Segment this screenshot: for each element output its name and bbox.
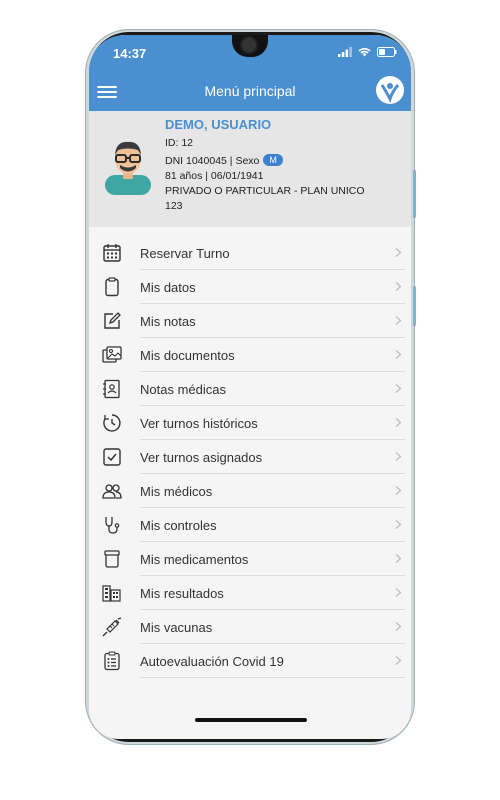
page-title: Menú principal <box>204 83 296 99</box>
edit-note-icon <box>104 312 121 329</box>
stethoscope-icon <box>105 517 120 534</box>
menu-item-mis-datos[interactable]: Mis datos <box>89 270 411 304</box>
menu-item-label: Mis resultados <box>140 586 224 601</box>
phone-volume-button <box>413 170 416 218</box>
chevron-right-icon <box>395 622 402 631</box>
signal-icon <box>338 47 352 57</box>
menu-item-turnos-asignados[interactable]: Ver turnos asignados <box>89 440 411 474</box>
menu-item-mis-documentos[interactable]: Mis documentos <box>89 338 411 372</box>
sex-badge: M <box>263 154 283 166</box>
menu-item-mis-medicos[interactable]: Mis médicos <box>89 474 411 508</box>
checklist-icon <box>104 651 120 671</box>
menu-item-label: Mis médicos <box>140 484 213 499</box>
people-icon <box>102 484 122 499</box>
image-documents-icon <box>102 346 122 363</box>
chevron-right-icon <box>395 316 402 325</box>
chevron-right-icon <box>395 282 402 291</box>
menu-item-mis-notas[interactable]: Mis notas <box>89 304 411 338</box>
chevron-right-icon <box>395 486 402 495</box>
chevron-right-icon <box>395 384 402 393</box>
app-screen: 14:37 Menú principal DEMO, USUARIO ID: 1… <box>89 35 411 739</box>
menu-item-label: Reservar Turno <box>140 246 230 261</box>
chevron-right-icon <box>395 248 402 257</box>
menu-item-label: Mis controles <box>140 518 217 533</box>
chevron-right-icon <box>395 350 402 359</box>
menu-item-mis-medicamentos[interactable]: Mis medicamentos <box>89 542 411 576</box>
profile-card: DEMO, USUARIO ID: 12 DNI 1040045 | Sexo M… <box>89 111 411 227</box>
results-icon <box>102 585 121 602</box>
main-menu: Reservar Turno Mis datos Mis notas Mis d… <box>89 236 411 678</box>
phone-power-button <box>413 286 416 326</box>
patient-name: DEMO, USUARIO <box>165 117 272 132</box>
clipboard-icon <box>105 277 119 297</box>
menu-item-label: Mis vacunas <box>140 620 213 635</box>
medicine-jar-icon <box>104 550 120 568</box>
patient-plan: PRIVADO O PARTICULAR - PLAN UNICO <box>165 185 365 197</box>
patient-plan-number: 123 <box>165 200 183 212</box>
chevron-right-icon <box>395 452 402 461</box>
patient-dni-line: DNI 1040045 | Sexo M <box>165 154 283 167</box>
menu-item-label: Autoevaluación Covid 19 <box>140 654 284 669</box>
chevron-right-icon <box>395 588 402 597</box>
menu-item-label: Ver turnos asignados <box>140 450 263 465</box>
front-camera <box>242 38 256 52</box>
history-clock-icon <box>103 414 121 432</box>
menu-item-label: Ver turnos históricos <box>140 416 258 431</box>
chevron-right-icon <box>395 554 402 563</box>
avatar <box>105 141 151 195</box>
menu-item-autoevaluacion-covid[interactable]: Autoevaluación Covid 19 <box>89 644 411 678</box>
chevron-right-icon <box>395 520 402 529</box>
app-header: 14:37 Menú principal <box>89 35 411 111</box>
menu-item-mis-resultados[interactable]: Mis resultados <box>89 576 411 610</box>
menu-item-mis-vacunas[interactable]: Mis vacunas <box>89 610 411 644</box>
chevron-right-icon <box>395 418 402 427</box>
patient-age-dob: 81 años | 06/01/1941 <box>165 170 264 182</box>
chevron-right-icon <box>395 656 402 665</box>
menu-item-reservar-turno[interactable]: Reservar Turno <box>89 236 411 270</box>
menu-item-label: Mis notas <box>140 314 196 329</box>
menu-item-label: Mis documentos <box>140 348 235 363</box>
menu-item-label: Notas médicas <box>140 382 226 397</box>
status-icons <box>338 47 397 57</box>
menu-item-mis-controles[interactable]: Mis controles <box>89 508 411 542</box>
patient-dni-sex-label: DNI 1040045 | Sexo <box>165 155 260 167</box>
battery-icon <box>377 47 397 57</box>
menu-item-turnos-historicos[interactable]: Ver turnos históricos <box>89 406 411 440</box>
wifi-icon <box>358 48 371 57</box>
calendar-icon <box>103 244 121 262</box>
checkbox-icon <box>103 448 121 466</box>
app-logo-icon <box>376 76 404 104</box>
menu-item-label: Mis medicamentos <box>140 552 249 567</box>
menu-item-notas-medicas[interactable]: Notas médicas <box>89 372 411 406</box>
patient-id: ID: 12 <box>165 137 194 149</box>
status-time: 14:37 <box>113 46 147 61</box>
home-indicator[interactable] <box>195 718 307 722</box>
medical-notes-icon <box>103 379 120 399</box>
syringe-icon <box>102 617 122 637</box>
menu-item-label: Mis datos <box>140 280 196 295</box>
